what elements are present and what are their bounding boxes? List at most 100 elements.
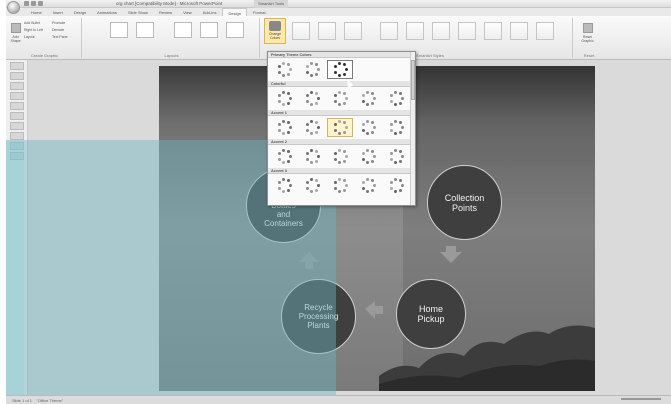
color-option-primary-3[interactable] — [327, 60, 353, 79]
color-option-accent2-1[interactable] — [271, 147, 297, 166]
color-option-accent3-1[interactable] — [271, 176, 297, 195]
style-thumb-2[interactable] — [318, 22, 336, 40]
slide-thumbnail[interactable] — [10, 122, 24, 130]
style-thumb-1[interactable] — [292, 22, 310, 40]
style-thumb-5[interactable] — [406, 22, 424, 40]
right-to-left-button[interactable]: Right to Left — [24, 27, 43, 34]
tab-slide-show[interactable]: Slide Show — [123, 8, 153, 16]
layout-thumb-process-2[interactable] — [200, 22, 218, 38]
gallery-dot — [337, 160, 341, 164]
style-thumb-8[interactable] — [484, 22, 502, 40]
color-option-accent1-2[interactable] — [299, 118, 325, 137]
slide-thumbnail[interactable] — [10, 82, 24, 90]
gallery-dot — [370, 101, 374, 105]
gallery-dot — [333, 94, 337, 98]
gallery-dot — [365, 160, 369, 164]
style-thumb-6[interactable] — [432, 22, 450, 40]
add-bullet-button[interactable]: Add Bullet — [24, 20, 43, 27]
slide-thumbnail[interactable] — [10, 112, 24, 120]
promote-button[interactable]: Promote — [52, 20, 68, 27]
gallery-dot — [393, 120, 397, 124]
office-button[interactable] — [7, 1, 20, 14]
color-option-colorful-5[interactable] — [383, 89, 409, 108]
theme-name: "Office Theme" — [36, 398, 64, 403]
gallery-dot — [309, 120, 313, 124]
color-option-colorful-4[interactable] — [355, 89, 381, 108]
gallery-dot — [361, 128, 365, 132]
color-option-primary-1[interactable] — [271, 60, 297, 79]
gallery-dot — [393, 189, 397, 193]
zoom-slider[interactable] — [621, 398, 661, 400]
gallery-dot — [393, 149, 397, 153]
save-icon[interactable] — [24, 1, 29, 6]
gallery-dot — [370, 150, 374, 154]
gallery-dot — [305, 181, 309, 185]
text-pane-button[interactable]: Text Pane — [52, 34, 68, 41]
color-option-colorful-2[interactable] — [299, 89, 325, 108]
redo-icon[interactable] — [38, 1, 43, 6]
color-option-colorful-3[interactable] — [327, 89, 353, 108]
gallery-scrollbar[interactable] — [410, 52, 415, 205]
color-option-accent1-4[interactable] — [355, 118, 381, 137]
gallery-dot — [286, 63, 290, 67]
color-option-accent3-4[interactable] — [355, 176, 381, 195]
gallery-dot — [389, 152, 393, 156]
reset-graphic-button[interactable]: Reset Graphic — [581, 21, 594, 45]
tab-smartart-format[interactable]: Format — [248, 8, 271, 16]
outline-tab[interactable] — [10, 72, 24, 80]
tab-add-ins[interactable]: Add-Ins — [198, 8, 222, 16]
change-colors-button[interactable]: Change Colors — [264, 18, 286, 44]
color-option-primary-2[interactable] — [299, 60, 325, 79]
style-thumb-9[interactable] — [510, 22, 528, 40]
color-option-accent1-1[interactable] — [271, 118, 297, 137]
color-option-accent3-3[interactable] — [327, 176, 353, 195]
gallery-dot — [342, 63, 346, 67]
gallery-dot — [277, 186, 281, 190]
color-option-accent2-3[interactable] — [327, 147, 353, 166]
create-graphic-group: Add Shape Add Bullet Right to Left Layou… — [8, 18, 82, 58]
color-option-accent1-3[interactable] — [327, 118, 353, 137]
tab-view[interactable]: View — [178, 8, 197, 16]
layout-button[interactable]: Layout — [24, 34, 43, 41]
slide-thumbnail[interactable] — [10, 102, 24, 110]
color-option-accent2-2[interactable] — [299, 147, 325, 166]
slide-thumbnail[interactable] — [10, 132, 24, 140]
scrollbar-thumb[interactable] — [411, 60, 415, 100]
color-option-accent2-4[interactable] — [355, 147, 381, 166]
gallery-dot — [309, 189, 313, 193]
gallery-dot — [277, 99, 281, 103]
undo-icon[interactable] — [31, 1, 36, 6]
gallery-dot — [333, 65, 337, 69]
gallery-dot — [314, 179, 318, 183]
add-shape-button[interactable]: Add Shape — [9, 21, 22, 45]
color-option-accent2-5[interactable] — [383, 147, 409, 166]
color-option-colorful-1[interactable] — [271, 89, 297, 108]
gallery-dot — [289, 97, 292, 100]
tab-review[interactable]: Review — [154, 8, 177, 16]
style-thumb-10[interactable] — [536, 22, 554, 40]
demote-button[interactable]: Demote — [52, 27, 68, 34]
layout-thumb-process[interactable] — [174, 22, 192, 38]
style-thumb-3[interactable] — [344, 22, 362, 40]
tab-smartart-design[interactable]: Design — [222, 8, 247, 16]
tab-home[interactable]: Home — [26, 8, 47, 16]
style-thumb-7[interactable] — [458, 22, 476, 40]
tab-design[interactable]: Design — [69, 8, 91, 16]
gallery-dot — [398, 179, 402, 183]
zoom-control[interactable] — [621, 398, 661, 400]
color-option-accent1-5[interactable] — [383, 118, 409, 137]
slides-tab[interactable] — [10, 62, 24, 70]
color-option-accent3-2[interactable] — [299, 176, 325, 195]
gallery-dot — [365, 91, 369, 95]
tab-animations[interactable]: Animations — [92, 8, 122, 16]
color-option-accent3-5[interactable] — [383, 176, 409, 195]
layout-thumb-process-3[interactable] — [226, 22, 244, 38]
tab-insert[interactable]: Insert — [48, 8, 68, 16]
layout-thumb-arc[interactable] — [136, 22, 154, 38]
gallery-dot — [393, 131, 397, 135]
gallery-dot — [398, 92, 402, 96]
layout-thumb-cycle[interactable] — [110, 22, 128, 38]
slide-thumbnail[interactable] — [10, 92, 24, 100]
accent-3-row — [268, 174, 415, 197]
style-thumb-4[interactable] — [380, 22, 398, 40]
